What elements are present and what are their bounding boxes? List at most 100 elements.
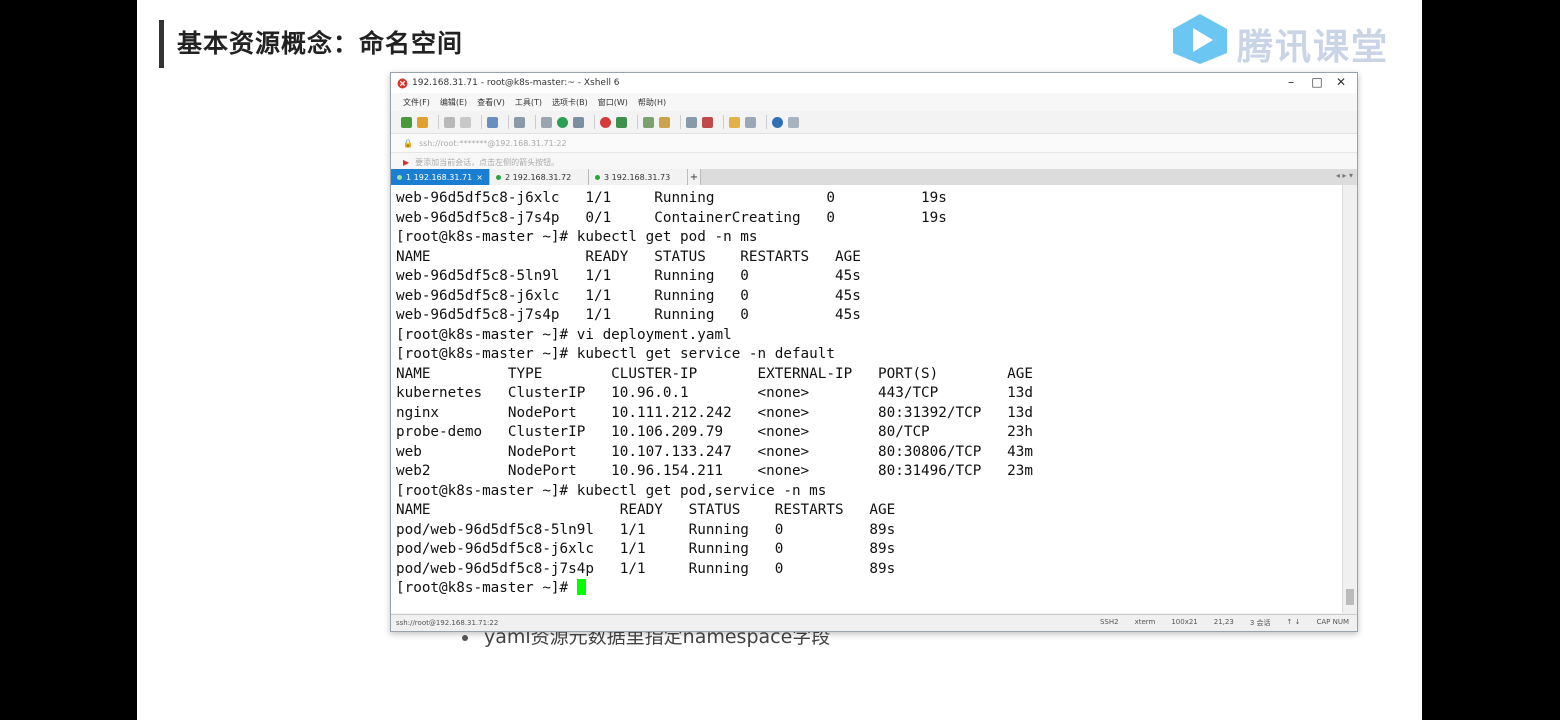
status-transfer-icon[interactable]: ↑ ↓ [1287, 618, 1301, 628]
fullscreen-icon[interactable] [643, 116, 654, 128]
new-session-icon[interactable] [401, 116, 412, 128]
toolbar-divider [766, 115, 767, 129]
status-protocol: SSH2 [1099, 618, 1119, 626]
terminal-line: probe-demo ClusterIP 10.106.209.79 <none… [396, 424, 1033, 440]
terminal-line: web-96d5df5c8-j6xlc 1/1 Running 0 45s [396, 287, 861, 304]
status-keylock: CAP NUM [1316, 618, 1349, 626]
reconnect-icon[interactable] [460, 116, 471, 128]
address-bar[interactable]: 🔒 ssh://root:*******@192.168.31.71:22 [391, 134, 1357, 153]
toolbar-divider [535, 115, 536, 129]
status-sessions: 3 会话 [1249, 619, 1271, 627]
terminal-line: web-96d5df5c8-j7s4p 0/1 ContainerCreatin… [396, 209, 947, 226]
lock-icon[interactable] [659, 116, 670, 128]
toolbar-divider [594, 115, 595, 129]
terminal-line: kubernetes ClusterIP 10.96.0.1 <none> 44… [396, 385, 1033, 401]
status-cursor-pos: 21,23 [1213, 618, 1234, 626]
status-fields: SSH2 xterm 100x21 21,23 3 会话 ↑ ↓ CAP NUM [1084, 618, 1357, 628]
terminal-line: web NodePort 10.107.133.247 <none> 80:30… [396, 443, 1033, 460]
script-icon[interactable] [616, 116, 627, 128]
bullet-dot-icon [462, 634, 468, 641]
terminal-line: pod/web-96d5df5c8-5ln9l 1/1 Running 0 89… [396, 521, 896, 538]
window-title: 192.168.31.71 - root@k8s-master:~ - Xshe… [412, 78, 620, 88]
compose-icon[interactable] [729, 116, 740, 128]
title-accent-bar [159, 20, 164, 68]
maximize-button[interactable]: □ [1309, 75, 1325, 89]
tab-navigation-arrows[interactable]: ◂ ▸ ▾ [1336, 171, 1353, 180]
tab-label: 1 192.168.31.71 [406, 172, 473, 182]
xshell-window[interactable]: 192.168.31.71 - root@k8s-master:~ - Xshe… [390, 72, 1358, 632]
menu-bar: 文件(F) 编辑(E) 查看(V) 工具(T) 选项卡(B) 窗口(W) 帮助(… [391, 93, 1357, 111]
tab-session-1[interactable]: 1 192.168.31.71 × [391, 169, 490, 185]
menu-tab[interactable]: 选项卡(B) [552, 97, 588, 108]
session-tab-bar: 1 192.168.31.71 × 2 192.168.31.72 3 192.… [391, 169, 1357, 185]
toolbar [391, 111, 1357, 134]
terminal-line: web-96d5df5c8-j6xlc 1/1 Running 0 19s [396, 190, 947, 206]
copy-icon[interactable] [487, 116, 498, 128]
menu-tools[interactable]: 工具(T) [515, 97, 542, 108]
chat-icon[interactable] [788, 116, 799, 128]
terminal-cursor [576, 579, 586, 595]
terminal-line: web-96d5df5c8-5ln9l 1/1 Running 0 45s [396, 268, 861, 284]
terminal-line: pod/web-96d5df5c8-j6xlc 1/1 Running 0 89… [396, 541, 896, 557]
shell-prompt: [root@k8s-master ~]# [396, 580, 577, 596]
tab-close-icon[interactable]: × [476, 173, 483, 182]
status-bar: ssh://root@192.168.31.71:22 SSH2 xterm 1… [391, 614, 1357, 631]
menu-edit[interactable]: 编辑(E) [440, 97, 467, 108]
menu-window[interactable]: 窗口(W) [598, 97, 628, 108]
disconnect-icon[interactable] [444, 116, 455, 128]
logo-text: 腾讯课堂 [1237, 27, 1390, 68]
minimize-button[interactable]: – [1283, 75, 1299, 89]
prompt-line[interactable]: [root@k8s-master ~]# [396, 579, 1033, 599]
terminal-line: [root@k8s-master ~]# kubectl get service… [396, 346, 835, 362]
highlight-icon[interactable] [702, 116, 713, 128]
terminal-line: NAME READY STATUS RESTARTS AGE [396, 502, 896, 518]
menu-help[interactable]: 帮助(H) [638, 97, 666, 108]
terminal-line: [root@k8s-master ~]# kubectl get pod -n … [396, 229, 758, 245]
tab-session-2[interactable]: 2 192.168.31.72 [490, 169, 589, 185]
bookmark-icon: ▶ [403, 157, 410, 167]
address-text: ssh://root:*******@192.168.31.71:22 [418, 138, 567, 148]
terminal-line: web-96d5df5c8-j7s4p 1/1 Running 0 45s [396, 307, 861, 323]
session-status-icon [397, 174, 402, 180]
terminal-line: nginx NodePort 10.111.212.242 <none> 80:… [396, 404, 1033, 421]
keyboard-icon[interactable] [686, 116, 697, 128]
menu-view[interactable]: 查看(V) [477, 97, 505, 108]
terminal-line: [root@k8s-master ~]# vi deployment.yaml [396, 326, 732, 343]
terminal-line: web2 NodePort 10.96.154.211 <none> 80:31… [396, 463, 1033, 479]
session-status-icon [595, 174, 600, 180]
status-size: 100x21 [1171, 618, 1198, 626]
add-tab-button[interactable]: + [688, 169, 701, 185]
terminal-output[interactable]: web-96d5df5c8-j6xlc 1/1 Running 0 19s web… [391, 185, 1343, 613]
terminal-line: pod/web-96d5df5c8-j7s4p 1/1 Running 0 89… [396, 560, 896, 577]
tab-label: 2 192.168.31.72 [505, 172, 572, 182]
help-icon[interactable] [772, 116, 783, 128]
toolbar-divider [680, 115, 681, 129]
lock-icon: 🔒 [403, 138, 413, 148]
close-button[interactable]: ✕ [1333, 75, 1349, 89]
toolbar-divider [481, 115, 482, 129]
layout-icon[interactable] [745, 116, 756, 128]
xshell-app-icon [397, 78, 408, 88]
terminal-line: [root@k8s-master ~]# kubectl get pod,ser… [396, 482, 827, 499]
search-icon[interactable] [514, 116, 525, 128]
toolbar-divider [508, 115, 509, 129]
terminal-line: NAME TYPE CLUSTER-IP EXTERNAL-IP PORT(S)… [396, 365, 1033, 382]
open-folder-icon[interactable] [417, 116, 428, 128]
menu-file[interactable]: 文件(F) [403, 97, 430, 108]
window-titlebar[interactable]: 192.168.31.71 - root@k8s-master:~ - Xshe… [391, 73, 1357, 93]
session-status-icon [496, 174, 501, 180]
status-connection: ssh://root@192.168.31.71:22 [396, 619, 499, 627]
vertical-scrollbar[interactable] [1342, 185, 1357, 613]
terminal-lines: web-96d5df5c8-j6xlc 1/1 Running 0 19s web… [396, 189, 1033, 599]
tab-session-3[interactable]: 3 192.168.31.73 [589, 169, 688, 185]
terminal-line: NAME READY STATUS RESTARTS AGE [396, 248, 861, 265]
font-icon[interactable] [573, 116, 584, 128]
slide: 基本资源概念：命名空间 腾讯课堂 yaml资源元数据里指定namespace字段… [137, 0, 1422, 720]
scrollbar-thumb[interactable] [1346, 589, 1354, 605]
xftp-icon[interactable] [600, 116, 611, 128]
globe-icon[interactable] [557, 116, 568, 128]
status-terminal-type: xterm [1134, 618, 1156, 626]
tencent-classroom-logo: 腾讯课堂 [1169, 12, 1409, 68]
print-icon[interactable] [541, 116, 552, 128]
tab-label: 3 192.168.31.73 [604, 172, 671, 182]
